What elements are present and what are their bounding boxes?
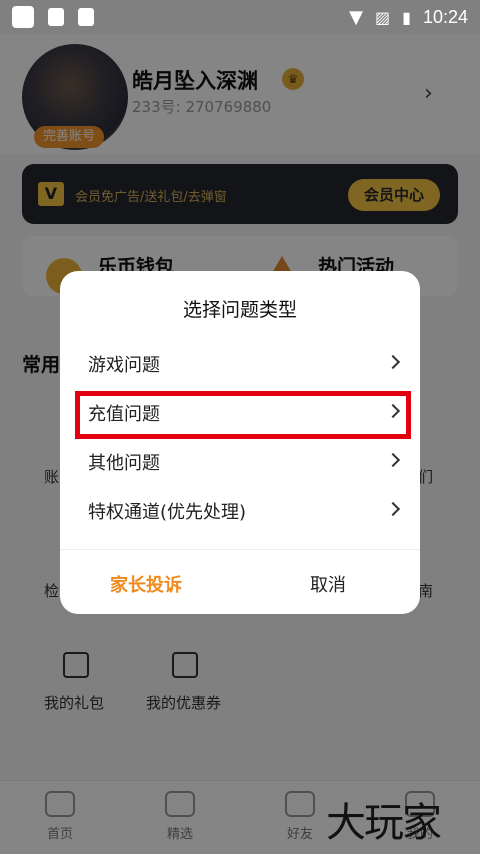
chevron-right-icon <box>385 452 401 468</box>
lock-icon <box>48 8 64 26</box>
option-label: 特权通道(优先处理) <box>88 502 247 523</box>
cancel-button[interactable]: 取消 <box>310 571 346 597</box>
option-priority-channel[interactable]: 特权通道(优先处理) <box>60 486 420 534</box>
no-sim-icon: ▨ <box>375 7 391 27</box>
option-label: 游戏问题 <box>88 355 160 376</box>
option-label: 充值问题 <box>88 404 160 425</box>
option-recharge-issue[interactable]: 充值问题 <box>60 388 420 436</box>
status-bar: ▼ ▨ ▮ 10:24 <box>0 0 480 34</box>
option-label: 其他问题 <box>88 453 160 474</box>
watermark-logo: 大玩家 <box>326 800 442 846</box>
notification-icon <box>12 6 34 28</box>
parent-complaint-button[interactable]: 家长投诉 <box>110 571 182 597</box>
chevron-right-icon <box>385 354 401 370</box>
app-a-icon <box>78 8 94 26</box>
battery-icon: ▮ <box>402 7 411 27</box>
dialog-divider <box>60 549 420 550</box>
clock: 10:24 <box>422 6 468 27</box>
option-other-issue[interactable]: 其他问题 <box>60 437 420 485</box>
chevron-right-icon <box>385 501 401 517</box>
option-game-issue[interactable]: 游戏问题 <box>60 339 420 387</box>
chevron-right-icon <box>385 403 401 419</box>
dialog-title: 选择问题类型 <box>182 299 297 321</box>
problem-type-dialog: 选择问题类型 游戏问题 充值问题 其他问题 特权通道(优先处理) 家长投诉 取消 <box>60 271 420 614</box>
wifi-icon: ▼ <box>349 6 364 28</box>
